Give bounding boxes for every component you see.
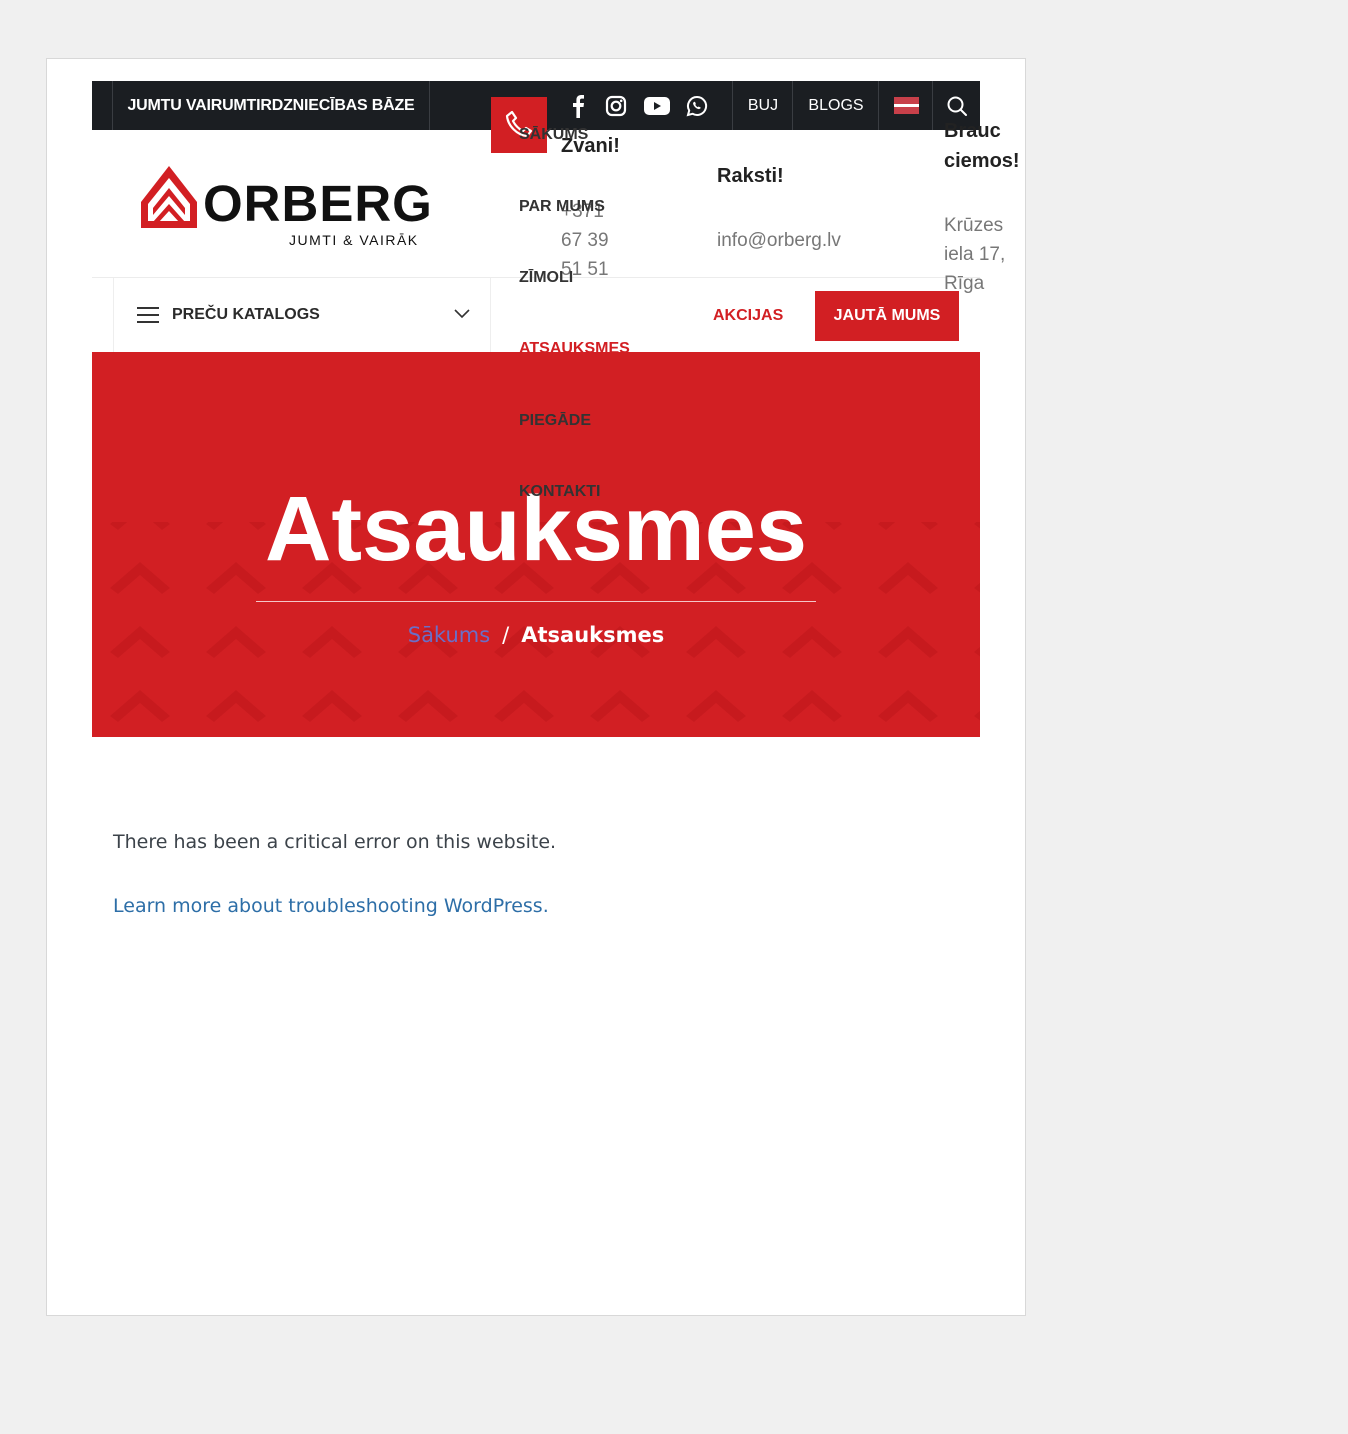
address-line-2: iela 17, [944, 244, 1006, 265]
faq-link[interactable]: BUJ [732, 81, 793, 130]
write-title: Raksti! [717, 165, 784, 187]
ask-us-button[interactable]: JAUTĀ MUMS [815, 291, 959, 341]
breadcrumb-current: Atsauksmes [521, 623, 665, 647]
chevron-down-icon [454, 309, 470, 319]
hero-divider [256, 601, 816, 602]
youtube-icon[interactable] [644, 81, 670, 130]
language-flag-button[interactable] [878, 81, 933, 130]
blog-link[interactable]: BLOGS [792, 81, 879, 130]
akcijas-link[interactable]: AKCIJAS [713, 307, 783, 325]
email-link[interactable]: info@orberg.lv [717, 226, 841, 255]
page-frame: JUMTU VAIRUMTIRDZNIECĪBAS BĀZE BUJ BLOGS [46, 58, 1026, 1316]
error-message: There has been a critical error on this … [113, 831, 557, 853]
visit-title-1: Brauc [944, 120, 1001, 142]
menu-item-zimoli[interactable]: ZĪMOLI [519, 269, 573, 287]
menu-item-piegade[interactable]: PIEGĀDE [519, 412, 591, 430]
logo-tagline: JUMTI & VAIRĀK [289, 232, 419, 248]
hamburger-icon [137, 307, 159, 323]
product-catalog-dropdown[interactable]: PREČU KATALOGS [113, 278, 491, 353]
instagram-icon[interactable] [605, 81, 627, 130]
address-line-1: Krūzes [944, 215, 1004, 236]
search-icon [947, 96, 967, 116]
breadcrumb-home-link[interactable]: Sākums [408, 623, 490, 647]
menu-item-kontakti[interactable]: KONTAKTI [519, 483, 600, 501]
menu-item-par-mums[interactable]: PAR MUMS [519, 198, 605, 216]
whatsapp-icon[interactable] [686, 81, 708, 130]
logo-brand-text: ORBERG [203, 175, 433, 232]
top-bar-tagline: JUMTU VAIRUMTIRDZNIECĪBAS BĀZE [112, 81, 430, 130]
visit-title-2: ciemos! [944, 150, 1020, 172]
call-button[interactable] [491, 97, 547, 153]
hero-banner: Atsauksmes Sākums / Atsauksmes [92, 352, 980, 737]
orberg-logo[interactable]: ORBERG JUMTI & VAIRĀK [139, 162, 439, 252]
menu-item-sakums[interactable]: SĀKUMS [519, 126, 588, 144]
menu-item-atsauksmes[interactable]: ATSAUKSMES [519, 340, 630, 358]
latvia-flag-icon [893, 97, 919, 114]
troubleshooting-link[interactable]: Learn more about troubleshooting WordPre… [113, 895, 549, 917]
facebook-icon[interactable] [570, 81, 586, 130]
breadcrumb: Sākums / Atsauksmes [92, 623, 980, 647]
call-number-2[interactable]: 67 39 [561, 226, 609, 255]
breadcrumb-separator: / [502, 623, 510, 647]
catalog-label: PREČU KATALOGS [172, 306, 320, 323]
